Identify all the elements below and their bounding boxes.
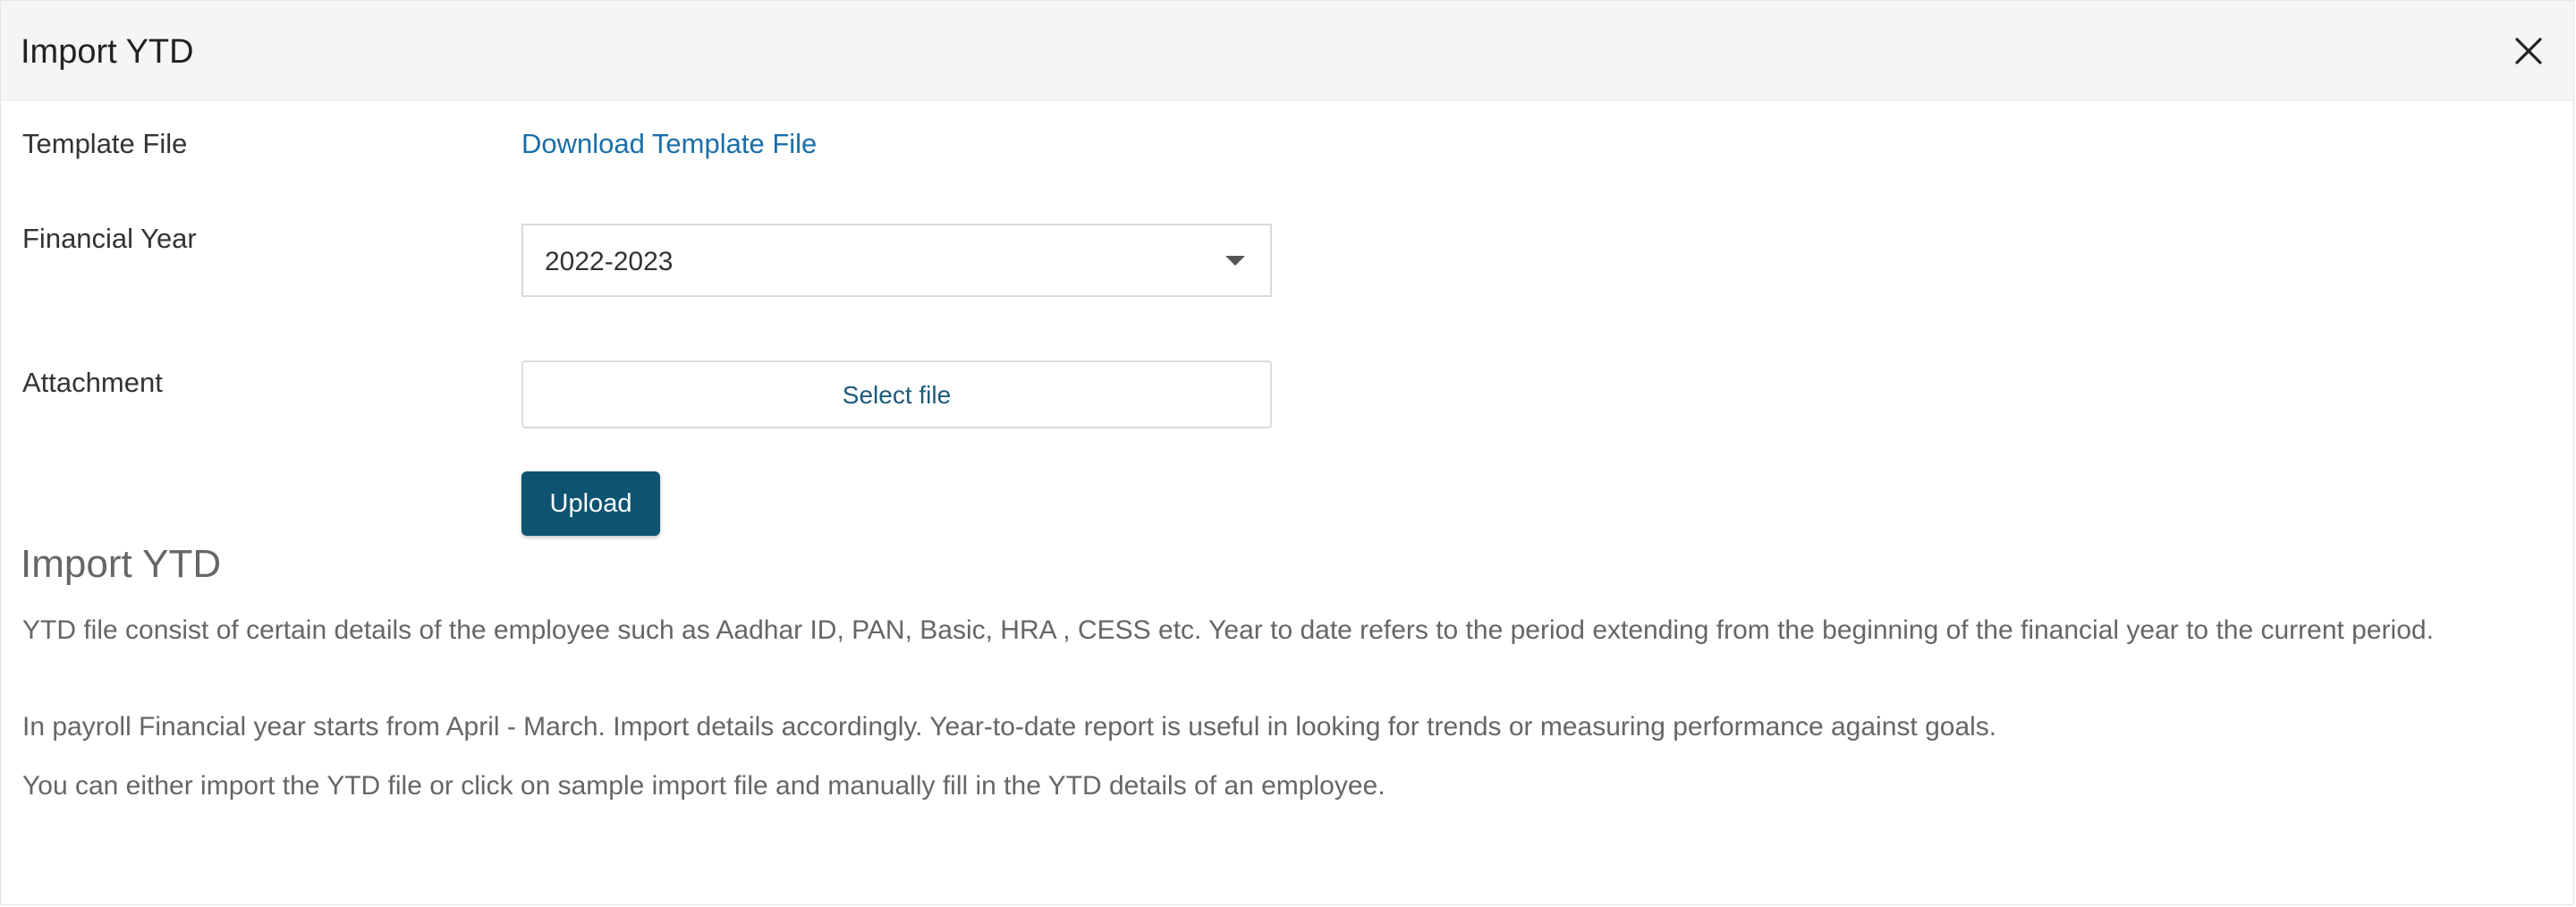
download-template-link[interactable]: Download Template File — [521, 126, 817, 162]
template-file-label: Template File — [22, 128, 188, 159]
info-paragraph-2: In payroll Financial year starts from Ap… — [22, 712, 1997, 742]
close-button[interactable] — [2509, 31, 2548, 71]
dialog-title: Import YTD — [21, 33, 194, 71]
info-paragraph-1: YTD file consist of certain details of t… — [22, 615, 2434, 645]
attachment-label: Attachment — [22, 367, 163, 398]
financial-year-select[interactable]: 2022-2023 — [521, 224, 1272, 297]
financial-year-label: Financial Year — [22, 223, 197, 254]
info-section-title: Import YTD — [21, 542, 222, 586]
chevron-down-icon — [1225, 256, 1245, 266]
dialog-header: Import YTD — [1, 1, 2573, 101]
upload-button[interactable]: Upload — [521, 471, 660, 536]
select-file-button[interactable]: Select file — [521, 360, 1272, 428]
financial-year-value: 2022-2023 — [545, 247, 674, 276]
info-paragraph-3: You can either import the YTD file or cl… — [22, 771, 1385, 801]
select-file-label: Select file — [842, 381, 952, 409]
close-icon — [2515, 38, 2542, 64]
import-ytd-dialog: Import YTD Template File Download Templa… — [0, 0, 2574, 905]
